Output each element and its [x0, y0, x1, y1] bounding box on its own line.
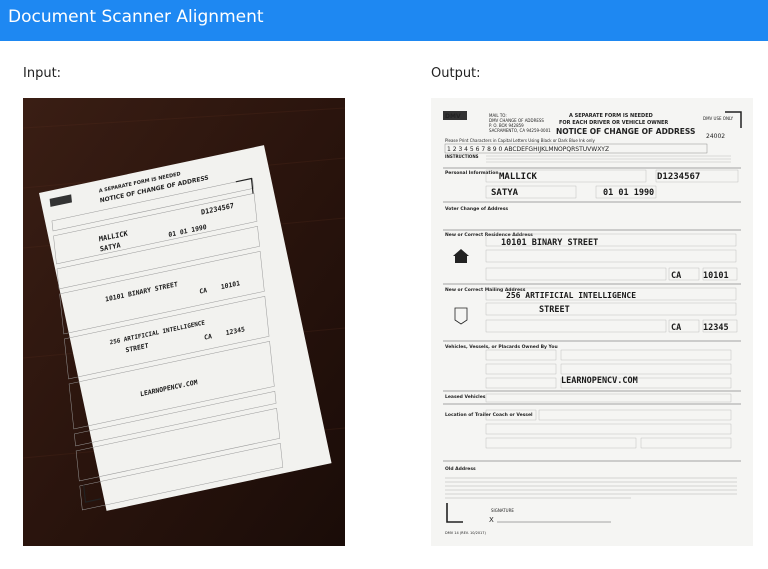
trailer-location-label: Location of Trailer Coach or Vessel [445, 412, 533, 418]
license-entry: D1234567 [657, 172, 700, 182]
birth-date-entry: 01 01 1990 [603, 188, 654, 198]
app-title: Document Scanner Alignment [8, 7, 264, 27]
svg-text:24002: 24002 [706, 133, 725, 140]
personal-info-label: Personal Information [445, 170, 499, 176]
input-image: A SEPARATE FORM IS NEEDED NOTICE OF CHAN… [23, 98, 345, 546]
vehicles-label: Vehicles, Vessels, or Placards Owned By … [445, 344, 558, 350]
footer-code: DMV 14 (REV. 10/2017) [445, 531, 487, 535]
svg-text:SACRAMENTO, CA 94259-0001: SACRAMENTO, CA 94259-0001 [489, 128, 551, 133]
svg-text:NOTICE OF CHANGE OF ADDRESS: NOTICE OF CHANGE OF ADDRESS [556, 127, 695, 136]
mailing-line1-entry: 256 ARTIFICIAL INTELLIGENCE [506, 291, 636, 300]
mailing-state-entry: CA [671, 323, 681, 333]
mailing-line2-entry: STREET [539, 305, 570, 315]
leased-vehicles-label: Leased Vehicles [445, 394, 486, 400]
residence-zip-entry: 10101 [703, 271, 729, 281]
svg-text:CA: CA [199, 286, 208, 296]
input-label: Input: [23, 66, 62, 81]
vehicle-note-entry: LEARNOPENCV.COM [561, 376, 638, 386]
name-entry: MALLICK [499, 172, 538, 182]
svg-text:CA: CA [204, 332, 213, 342]
old-address-label: Old Address [445, 466, 476, 472]
residence-state-entry: CA [671, 271, 681, 281]
svg-text:DMV USE ONLY: DMV USE ONLY [703, 116, 734, 121]
output-image: DMV MAIL TO: DMV CHANGE OF ADDRESS P. O.… [431, 98, 753, 546]
signature-label: SIGNATURE [491, 508, 514, 513]
voter-change-label: Voter Change of Address [445, 206, 508, 212]
mailing-zip-entry: 12345 [703, 323, 729, 333]
svg-text:FOR EACH DRIVER OR VEHICLE OWN: FOR EACH DRIVER OR VEHICLE OWNER [559, 120, 668, 126]
output-label: Output: [431, 66, 481, 81]
svg-text:INSTRUCTIONS: INSTRUCTIONS [445, 154, 479, 159]
app-header: Document Scanner Alignment [0, 0, 768, 41]
svg-text:1 2 3 4 5 6 7 8 9 0 ABCDEFGHIJ: 1 2 3 4 5 6 7 8 9 0 ABCDEFGHIJKLMNOPQRST… [447, 146, 609, 153]
svg-text:Please Print Characters in Cap: Please Print Characters in Capital Lette… [445, 138, 595, 143]
first-name-entry: SATYA [491, 188, 519, 198]
signature-x: X [489, 516, 494, 524]
svg-text:DMV: DMV [445, 113, 461, 120]
svg-text:A SEPARATE FORM IS NEEDED: A SEPARATE FORM IS NEEDED [569, 113, 653, 119]
residence-street-entry: 10101 BINARY STREET [501, 238, 598, 248]
